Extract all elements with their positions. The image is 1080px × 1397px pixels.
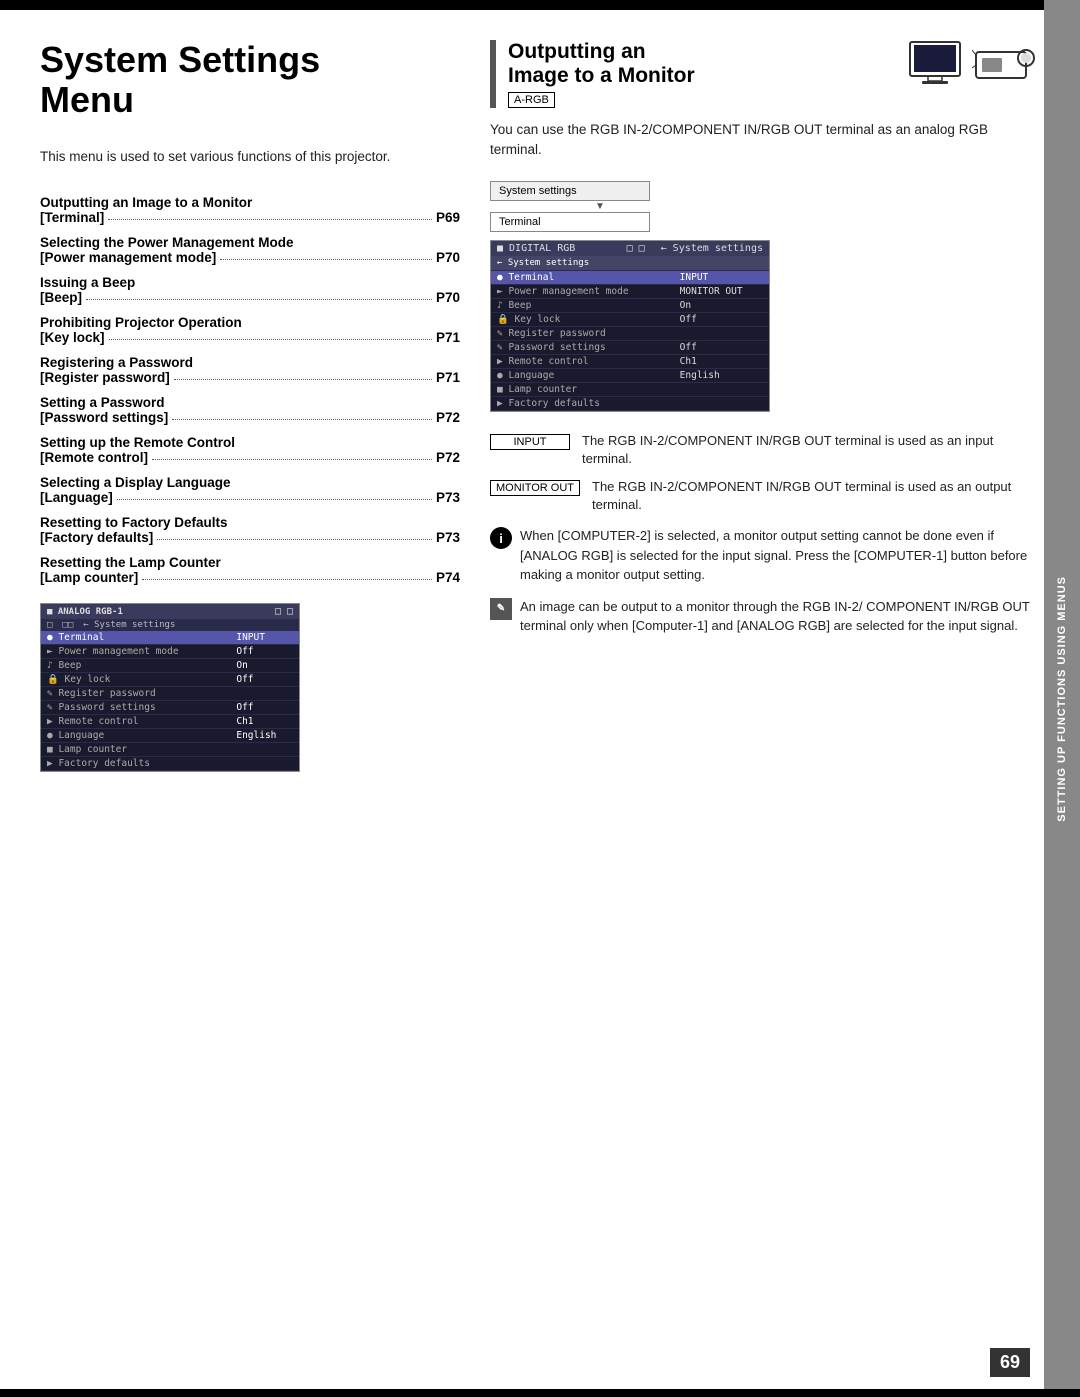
header-title-block: Outputting an Image to a Monitor A-RGB	[490, 40, 695, 108]
note-text: An image can be output to a monitor thro…	[520, 597, 1040, 636]
notes-area: i When [COMPUTER-2] is selected, a monito…	[490, 526, 1040, 636]
toc-list: Outputting an Image to a Monitor[Termina…	[40, 195, 460, 585]
toc-item: Registering a Password[Register password…	[40, 355, 460, 385]
table-row: ● TerminalINPUT	[491, 270, 769, 284]
window-controls: □ □	[275, 606, 293, 617]
nav-system-settings: System settings	[490, 181, 650, 201]
menu-nav: System settings ▼ Terminal	[490, 181, 670, 232]
screenshot-right-titlebar: ■ DIGITAL RGB □ □ ← System settings	[491, 241, 769, 256]
table-row: ♪ BeepOn	[41, 659, 299, 673]
terminal-labels: INPUT The RGB IN-2/COMPONENT IN/RGB OUT t…	[490, 432, 1040, 515]
toc-item: Issuing a Beep[Beep]P70	[40, 275, 460, 305]
side-tab-text: SETTING UP FUNCTIONS USING MENUS	[1056, 576, 1068, 822]
terminal-desc: The RGB IN-2/COMPONENT IN/RGB OUT termin…	[582, 432, 1040, 468]
note-text: When [COMPUTER-2] is selected, a monitor…	[520, 526, 1040, 585]
toc-item: Prohibiting Projector Operation[Key lock…	[40, 315, 460, 345]
right-desc: You can use the RGB IN-2/COMPONENT IN/RG…	[490, 120, 1040, 161]
screenshot-left-table: ● TerminalINPUT► Power management modeOf…	[41, 631, 299, 771]
terminal-label-row: MONITOR OUT The RGB IN-2/COMPONENT IN/RGB…	[490, 478, 1040, 514]
toc-item: Setting a Password[Password settings]P72	[40, 395, 460, 425]
table-row: 🔒 Key lockOff	[491, 312, 769, 326]
page-number: 69	[990, 1348, 1030, 1377]
side-tab: SETTING UP FUNCTIONS USING MENUS	[1044, 0, 1080, 1397]
window-controls-right: □ □	[627, 243, 645, 254]
terminal-desc: The RGB IN-2/COMPONENT IN/RGB OUT termin…	[592, 478, 1040, 514]
top-bar	[0, 0, 1080, 8]
screenshot-left-titlebar: ■ ANALOG RGB-1 □ □	[41, 604, 299, 619]
table-row: ✎ Password settingsOff	[491, 340, 769, 354]
table-row: ● LanguageEnglish	[41, 729, 299, 743]
bottom-bar	[0, 1389, 1080, 1397]
table-row: ♪ BeepOn	[491, 298, 769, 312]
toc-item: Selecting a Display Language[Language]P7…	[40, 475, 460, 505]
screenshot-right-logo: ■ DIGITAL RGB	[497, 243, 575, 254]
table-row: 🔒 Key lockOff	[41, 673, 299, 687]
note-box: i When [COMPUTER-2] is selected, a monito…	[490, 526, 1040, 585]
screenshot-menubar: □ □□ ← System settings	[41, 619, 299, 631]
toc-item: Selecting the Power Management Mode[Powe…	[40, 235, 460, 265]
screenshot-right: ■ DIGITAL RGB □ □ ← System settings ← Sy…	[490, 240, 770, 412]
header-text: Outputting an Image to a Monitor A-RGB	[508, 40, 695, 108]
page-container: System Settings Menu This menu is used t…	[0, 0, 1080, 1397]
main-content: System Settings Menu This menu is used t…	[0, 10, 1080, 802]
toc-item: Outputting an Image to a Monitor[Termina…	[40, 195, 460, 225]
right-heading: Outputting an Image to a Monitor	[508, 40, 695, 88]
right-column: Outputting an Image to a Monitor A-RGB	[490, 40, 1040, 772]
table-row: ► Power management modeMONITOR OUT	[491, 284, 769, 298]
table-row: ■ Lamp counter	[491, 382, 769, 396]
warning-icon: i	[490, 527, 512, 549]
screenshot-left: ■ ANALOG RGB-1 □ □ □ □□ ← System setting…	[40, 603, 300, 772]
monitor-icon	[906, 40, 964, 88]
page-title: System Settings Menu	[40, 40, 460, 119]
header-accent	[490, 40, 496, 108]
a-rgb-badge: A-RGB	[508, 92, 555, 108]
table-row: ▶ Factory defaults	[41, 757, 299, 771]
table-row: ▶ Remote controlCh1	[491, 354, 769, 368]
toc-item: Setting up the Remote Control[Remote con…	[40, 435, 460, 465]
right-header: Outputting an Image to a Monitor A-RGB	[490, 40, 1040, 108]
nav-terminal: Terminal	[490, 212, 650, 232]
table-row: ► Power management modeOff	[41, 645, 299, 659]
table-row: ■ Lamp counter	[41, 743, 299, 757]
table-row: ✎ Register password	[491, 326, 769, 340]
table-row: ✎ Password settingsOff	[41, 701, 299, 715]
note-box: ✎ An image can be output to a monitor thr…	[490, 597, 1040, 636]
terminal-badge: INPUT	[490, 434, 570, 450]
info-icon: ✎	[490, 598, 512, 620]
table-row: ▶ Factory defaults	[491, 396, 769, 410]
screenshot-logo: ■ ANALOG RGB-1	[47, 607, 123, 617]
nav-arrow: ▼	[490, 201, 670, 212]
screenshot-right-table: ← System settings● TerminalINPUT► Power …	[491, 256, 769, 411]
toc-item: Resetting to Factory Defaults[Factory de…	[40, 515, 460, 545]
table-row: ▶ Remote controlCh1	[41, 715, 299, 729]
terminal-badge: MONITOR OUT	[490, 480, 580, 496]
left-column: System Settings Menu This menu is used t…	[40, 40, 460, 772]
table-row: ● LanguageEnglish	[491, 368, 769, 382]
toc-item: Resetting the Lamp Counter[Lamp counter]…	[40, 555, 460, 585]
projector-icon	[972, 40, 1040, 88]
intro-text: This menu is used to set various functio…	[40, 147, 460, 167]
monitor-icons	[906, 40, 1040, 88]
table-row: ● TerminalINPUT	[41, 631, 299, 645]
table-row: ✎ Register password	[41, 687, 299, 701]
terminal-label-row: INPUT The RGB IN-2/COMPONENT IN/RGB OUT t…	[490, 432, 1040, 468]
